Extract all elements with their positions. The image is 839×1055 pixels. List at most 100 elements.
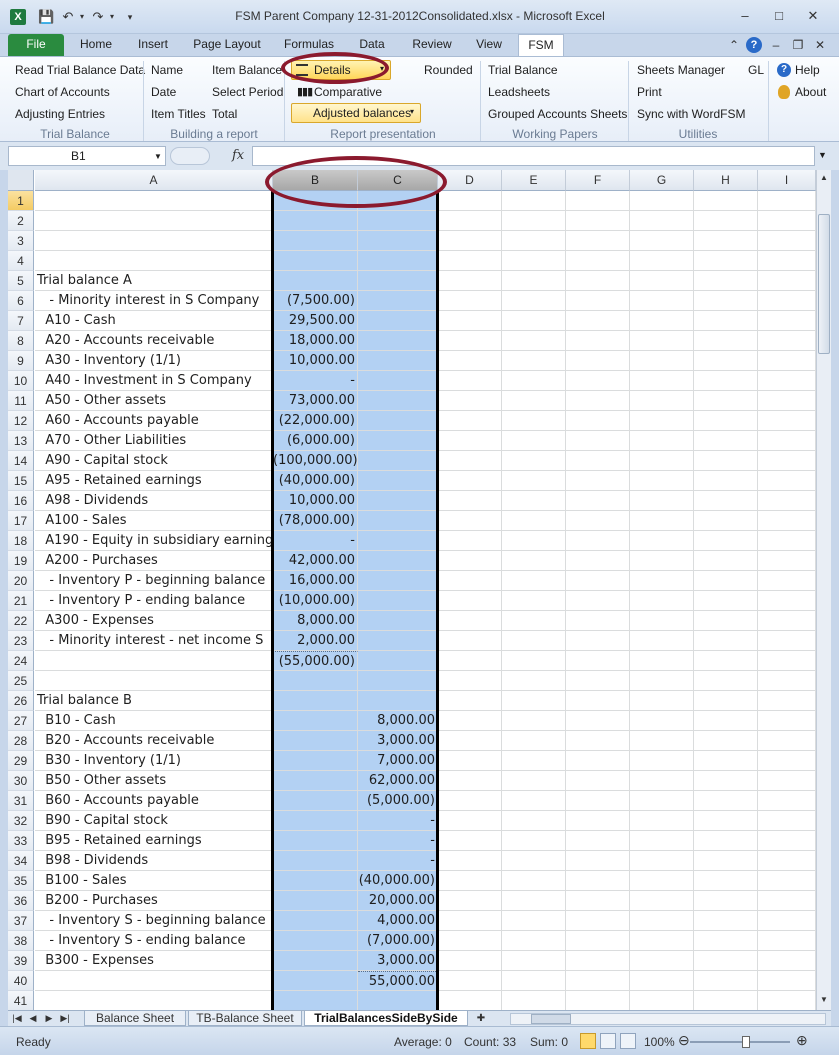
cell-a[interactable]: B90 - Capital stock [35,811,273,831]
item-titles-button[interactable]: Item Titles [151,107,206,121]
cell-f[interactable] [566,911,630,931]
tab-insert[interactable]: Insert [128,34,178,56]
cell-g[interactable] [630,991,694,1010]
cell-d[interactable] [438,991,502,1010]
cell-i[interactable] [758,251,816,271]
cell-i[interactable] [758,691,816,711]
cell-f[interactable] [566,491,630,511]
cell-f[interactable] [566,811,630,831]
row-header[interactable]: 9 [8,351,34,371]
item-balance-button[interactable]: Item Balance [212,63,282,77]
column-header-h[interactable]: H [694,170,758,191]
cell-c[interactable] [358,591,438,611]
cell-e[interactable] [502,491,566,511]
page-break-preview-icon[interactable] [620,1033,636,1049]
excel-app-icon[interactable]: X [10,9,26,25]
cell-f[interactable] [566,871,630,891]
cell-d[interactable] [438,771,502,791]
cell-b[interactable]: (10,000.00) [273,591,358,611]
cell-h[interactable] [694,191,758,211]
cell-c[interactable] [358,271,438,291]
cell-i[interactable] [758,511,816,531]
cell-f[interactable] [566,291,630,311]
cell-d[interactable] [438,571,502,591]
cell-a[interactable]: - Inventory S - beginning balance [35,911,273,931]
cell-c[interactable] [358,191,438,211]
cell-d[interactable] [438,811,502,831]
cell-i[interactable] [758,231,816,251]
cell-c[interactable] [358,631,438,651]
cell-g[interactable] [630,871,694,891]
zoom-slider[interactable] [690,1036,790,1048]
cell-g[interactable] [630,651,694,671]
cell-d[interactable] [438,471,502,491]
cell-f[interactable] [566,951,630,971]
cell-h[interactable] [694,371,758,391]
cell-e[interactable] [502,411,566,431]
cell-e[interactable] [502,511,566,531]
undo-dropdown-icon[interactable]: ▾ [74,9,90,25]
row-header[interactable]: 14 [8,451,34,471]
cell-g[interactable] [630,771,694,791]
vertical-scroll-thumb[interactable] [818,214,830,354]
row-header[interactable]: 11 [8,391,34,411]
cell-g[interactable] [630,411,694,431]
cell-f[interactable] [566,531,630,551]
cell-c[interactable] [358,351,438,371]
tab-fsm[interactable]: FSM [518,34,564,56]
customize-qat-icon[interactable]: ▾ [122,9,138,25]
cell-e[interactable] [502,211,566,231]
cell-h[interactable] [694,931,758,951]
tab-data[interactable]: Data [350,34,394,56]
cell-d[interactable] [438,891,502,911]
cell-d[interactable] [438,371,502,391]
rounded-button[interactable]: Rounded [424,63,473,77]
cell-a[interactable]: B60 - Accounts payable [35,791,273,811]
cell-g[interactable] [630,891,694,911]
cell-a[interactable]: A95 - Retained earnings [35,471,273,491]
page-layout-view-icon[interactable] [600,1033,616,1049]
row-header[interactable]: 16 [8,491,34,511]
maximize-button[interactable]: □ [766,7,792,25]
cell-c[interactable]: (7,000.00) [358,931,438,951]
trial-balance-wp-button[interactable]: Trial Balance [488,63,558,77]
column-header-d[interactable]: D [438,170,502,191]
row-header[interactable]: 12 [8,411,34,431]
cell-a[interactable]: A70 - Other Liabilities [35,431,273,451]
cell-g[interactable] [630,791,694,811]
cell-e[interactable] [502,631,566,651]
cell-d[interactable] [438,711,502,731]
cell-c[interactable] [358,211,438,231]
cell-e[interactable] [502,771,566,791]
cell-i[interactable] [758,631,816,651]
cell-c[interactable] [358,471,438,491]
cell-d[interactable] [438,931,502,951]
scroll-down-icon[interactable]: ▼ [817,992,831,1008]
cell-b[interactable] [273,851,358,871]
adjusted-balances-button[interactable]: Adjusted balances ▾ [291,103,421,123]
cell-f[interactable] [566,431,630,451]
row-header[interactable]: 30 [8,771,34,791]
minimize-ribbon-icon[interactable]: ⌃ [726,37,742,53]
cell-a[interactable]: A60 - Accounts payable [35,411,273,431]
cell-b[interactable]: 18,000.00 [273,331,358,351]
cell-h[interactable] [694,251,758,271]
cell-a[interactable]: B10 - Cash [35,711,273,731]
cell-e[interactable] [502,291,566,311]
cell-d[interactable] [438,431,502,451]
cell-i[interactable] [758,731,816,751]
cell-f[interactable] [566,511,630,531]
cell-c[interactable] [358,531,438,551]
cell-c[interactable]: - [358,811,438,831]
cell-d[interactable] [438,791,502,811]
cell-d[interactable] [438,591,502,611]
cell-g[interactable] [630,951,694,971]
row-header[interactable]: 18 [8,531,34,551]
cell-a[interactable] [35,971,273,991]
cell-c[interactable]: - [358,831,438,851]
cell-c[interactable]: 7,000.00 [358,751,438,771]
cell-a[interactable]: B98 - Dividends [35,851,273,871]
zoom-slider-knob[interactable] [742,1036,750,1048]
cell-b[interactable]: (6,000.00) [273,431,358,451]
cell-g[interactable] [630,731,694,751]
